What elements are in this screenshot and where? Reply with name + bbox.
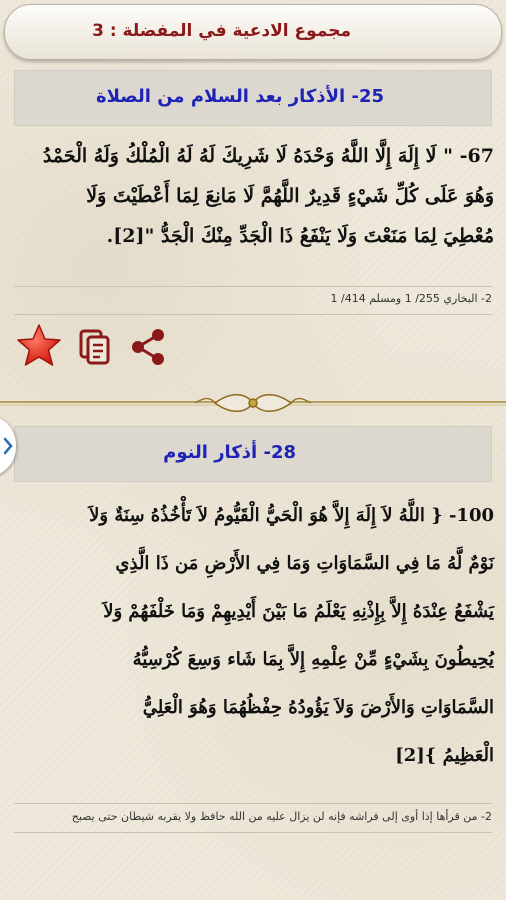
text-line: الْعَظِيمُ }[2] — [395, 745, 494, 766]
section-heading: 25- الأذكار بعد السلام من الصلاة — [96, 86, 384, 107]
dhikr-text: 67- " لَا إِلَهَ إِلَّا اللَّهُ وَحْدَهُ… — [14, 136, 494, 256]
text-line: وَهُوَ عَلَى كُلِّ شَيْءٍ قَدِيرٌ اللَّه… — [86, 185, 494, 207]
dhikr-text: 100- { اللَّهُ لاَ إِلَهَ إِلاَّ هُوَ ال… — [14, 492, 494, 780]
footnote: 2- البخاري 255/ 1 ومسلم 414/ 1 — [330, 292, 492, 305]
share-icon[interactable] — [128, 326, 168, 368]
text-line: 67- " لَا إِلَهَ إِلَّا اللَّهُ وَحْدَهُ… — [42, 145, 494, 167]
text-line: مُعْطِيَ لِمَا مَنَعْتَ وَلَا يَنْفَعُ ذ… — [106, 225, 494, 247]
page-title: مجموع الادعية في المفضلة : 3 — [92, 21, 351, 41]
section-heading-bar: 25- الأذكار بعد السلام من الصلاة — [14, 70, 492, 126]
section-heading-bar: 28- أذكار النوم — [14, 426, 492, 482]
footnote: 2- من قرأها إذا أوى إلى فراشه فإنه لن يز… — [71, 810, 492, 823]
text-line: يُحِيطُونَ بِشَيْءٍ مِّنْ عِلْمِهِ إِلاَ… — [132, 649, 494, 670]
footnote-divider — [14, 803, 492, 804]
footnote-divider — [14, 832, 492, 833]
footnote-divider — [14, 286, 492, 287]
title-bar: مجموع الادعية في المفضلة : 3 — [4, 4, 502, 60]
footnote-divider — [14, 314, 492, 315]
ornament-divider — [0, 388, 506, 418]
section-heading: 28- أذكار النوم — [163, 442, 296, 463]
text-line: السَّمَاوَاتِ وَالأَرْضَ وَلاَ يَؤُودُهُ… — [142, 697, 494, 718]
text-line: نَوْمٌ لَّهُ مَا فِي السَّمَاوَاتِ وَمَا… — [115, 553, 494, 574]
star-icon[interactable] — [14, 322, 64, 370]
text-line: يَشْفَعُ عِنْدَهُ إِلاَّ بِإِذْنِهِ يَعْ… — [103, 601, 494, 622]
copy-icon[interactable] — [78, 328, 112, 366]
text-line: 100- { اللَّهُ لاَ إِلَهَ إِلاَّ هُوَ ال… — [89, 505, 494, 526]
chevron-right-icon — [3, 437, 13, 455]
